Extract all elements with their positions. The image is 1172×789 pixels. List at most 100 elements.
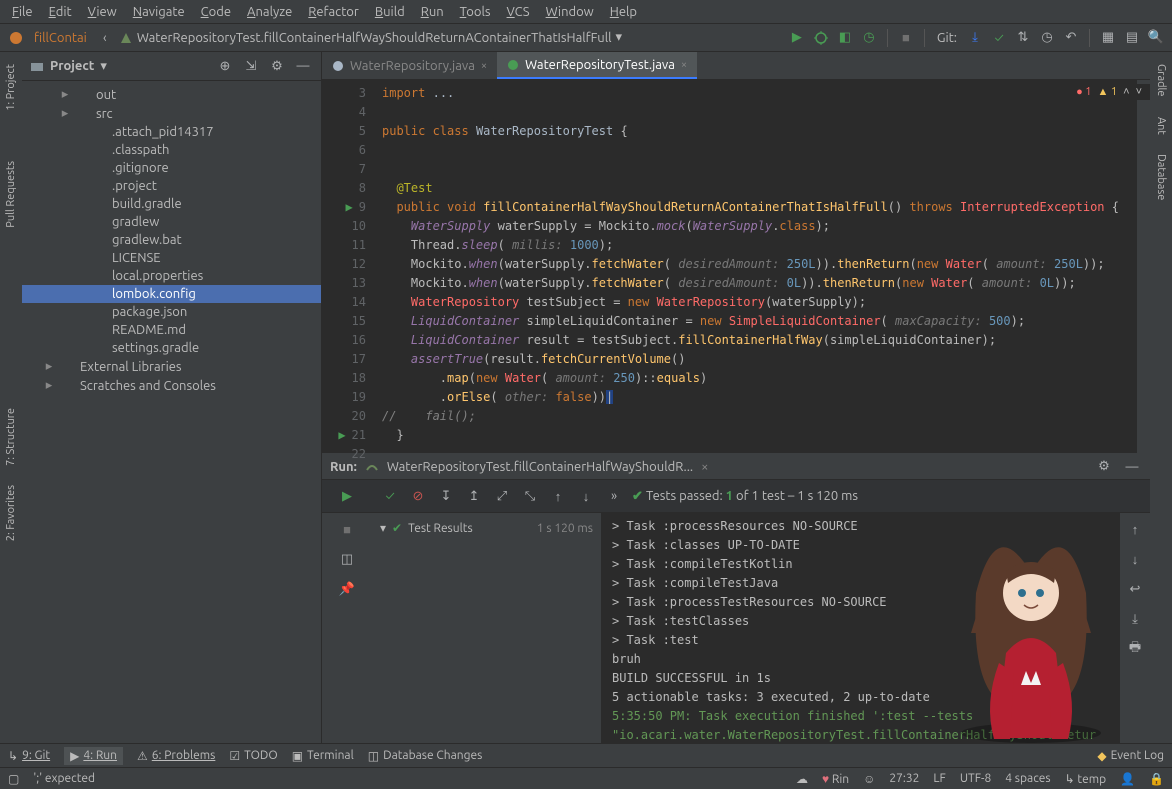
- structure-icon[interactable]: ▤: [1122, 28, 1142, 48]
- pin-icon[interactable]: 📌: [337, 579, 357, 599]
- tree-item-lombok-config[interactable]: lombok.config: [22, 285, 321, 303]
- run-config-crumb[interactable]: WaterRepositoryTest.fillContainerHalfWay…: [387, 460, 693, 474]
- git-history-icon[interactable]: ◷: [1037, 28, 1057, 48]
- status-caret[interactable]: 27:32: [889, 772, 919, 785]
- run-config-name[interactable]: fillContai: [30, 31, 91, 45]
- tab-git[interactable]: ↳ 9: Git: [8, 749, 50, 763]
- tree-item-gradlew[interactable]: gradlew: [22, 213, 321, 231]
- gear-icon[interactable]: ⚙: [267, 56, 287, 76]
- collapse-icon[interactable]: ⇲: [241, 56, 261, 76]
- stop-icon[interactable]: ■: [337, 519, 357, 539]
- editor-scrollbar[interactable]: [1136, 80, 1150, 453]
- menu-refactor[interactable]: Refactor: [300, 2, 367, 22]
- git-compare-icon[interactable]: ⇅: [1013, 28, 1033, 48]
- tool-tab-favorites[interactable]: 2: Favorites: [3, 479, 19, 547]
- tab-db-changes[interactable]: ◫ Database Changes: [368, 749, 483, 763]
- tool-tab-ant[interactable]: Ant: [1153, 111, 1169, 141]
- tool-tab-pull-requests[interactable]: Pull Requests: [3, 155, 19, 234]
- tree-item-package-json[interactable]: package.json: [22, 303, 321, 321]
- profile-icon[interactable]: ◷: [859, 28, 879, 48]
- git-revert-icon[interactable]: ↶: [1061, 28, 1081, 48]
- tab-event-log[interactable]: ◆ Event Log: [1097, 749, 1164, 763]
- tree-item-settings-gradle[interactable]: settings.gradle: [22, 339, 321, 357]
- collapse-all-icon[interactable]: ⤡: [520, 486, 540, 506]
- status-branch[interactable]: ↳ temp: [1065, 772, 1107, 786]
- status-line-sep[interactable]: LF: [933, 772, 945, 785]
- dropdown-icon[interactable]: ▾: [616, 30, 623, 45]
- editor-tabs[interactable]: WaterRepository.java×WaterRepositoryTest…: [322, 52, 1150, 80]
- status-trust-icon[interactable]: ☁: [796, 772, 808, 786]
- sort-icon[interactable]: ↧: [436, 486, 456, 506]
- tree-item--project[interactable]: .project: [22, 177, 321, 195]
- layout-icon[interactable]: ▦: [1098, 28, 1118, 48]
- editor-tab-waterrepository-java[interactable]: WaterRepository.java×: [322, 52, 497, 79]
- layout-icon[interactable]: ◫: [337, 549, 357, 569]
- menu-navigate[interactable]: Navigate: [125, 2, 193, 22]
- locate-icon[interactable]: ⊕: [215, 56, 235, 76]
- coverage-icon[interactable]: ◧: [835, 28, 855, 48]
- sort2-icon[interactable]: ↥: [464, 486, 484, 506]
- chevron-down-icon[interactable]: ▾: [380, 521, 386, 535]
- console-output[interactable]: > Task :processResources NO-SOURCE> Task…: [602, 513, 1120, 743]
- tool-tab-structure[interactable]: 7: Structure: [3, 402, 19, 472]
- tree-item-build-gradle[interactable]: build.gradle: [22, 195, 321, 213]
- status-indent[interactable]: 4 spaces: [1005, 772, 1050, 785]
- tree-item-scratches-and-consoles[interactable]: ▸Scratches and Consoles: [22, 376, 321, 395]
- tree-item--gitignore[interactable]: .gitignore: [22, 159, 321, 177]
- tab-problems[interactable]: ⚠ 6: Problems: [137, 749, 215, 763]
- tree-item-external-libraries[interactable]: ▸External Libraries: [22, 357, 321, 376]
- print-icon[interactable]: 🖶: [1125, 639, 1145, 659]
- prev-icon[interactable]: ˄: [1123, 86, 1129, 98]
- menu-vcs[interactable]: VCS: [499, 2, 538, 22]
- menu-analyze[interactable]: Analyze: [239, 2, 300, 22]
- soft-wrap-icon[interactable]: ↩: [1125, 579, 1145, 599]
- tree-item--classpath[interactable]: .classpath: [22, 141, 321, 159]
- scroll-bottom-icon[interactable]: ↓: [1125, 549, 1145, 569]
- next-icon[interactable]: ˅: [1136, 86, 1142, 98]
- editor-gutter[interactable]: 345678▶91011121314151617181920▶2122: [322, 80, 372, 453]
- breadcrumb[interactable]: WaterRepositoryTest.fillContainerHalfWay…: [119, 30, 622, 45]
- code-editor[interactable]: import ... public class WaterRepositoryT…: [372, 80, 1136, 453]
- menu-run[interactable]: Run: [413, 2, 452, 22]
- debug-icon[interactable]: [811, 28, 831, 48]
- more-icon[interactable]: »: [604, 486, 624, 506]
- menu-window[interactable]: Window: [538, 2, 602, 22]
- tab-todo[interactable]: ☑ TODO: [229, 749, 277, 763]
- menu-code[interactable]: Code: [193, 2, 239, 22]
- menu-view[interactable]: View: [80, 2, 125, 22]
- status-inspect-icon[interactable]: 👤: [1120, 772, 1135, 786]
- tree-item-src[interactable]: ▸src: [22, 104, 321, 123]
- tree-item-license[interactable]: LICENSE: [22, 249, 321, 267]
- hide-icon[interactable]: —: [293, 56, 313, 76]
- prev-failed-icon[interactable]: ↑: [548, 486, 568, 506]
- dropdown-icon[interactable]: ▾: [100, 59, 107, 74]
- tab-run[interactable]: ▶ 4: Run: [64, 747, 123, 765]
- show-ignored-icon[interactable]: ⊘: [408, 486, 428, 506]
- gear-icon[interactable]: ⚙: [1094, 457, 1114, 477]
- status-encoding[interactable]: UTF-8: [960, 772, 991, 785]
- expand-all-icon[interactable]: ⤢: [492, 486, 512, 506]
- inspections-widget[interactable]: ● 1 ▲ 1 ˄ ˅: [1068, 84, 1150, 100]
- close-icon[interactable]: ×: [481, 60, 487, 72]
- tree-item-gradlew-bat[interactable]: gradlew.bat: [22, 231, 321, 249]
- status-lock-icon[interactable]: 🔒: [1149, 772, 1164, 786]
- tree-item--attach-pid14317[interactable]: .attach_pid14317: [22, 123, 321, 141]
- tool-tab-gradle[interactable]: Gradle: [1153, 58, 1169, 103]
- run-icon[interactable]: ▶: [787, 28, 807, 48]
- stop-icon[interactable]: ■: [896, 28, 916, 48]
- tree-item-local-properties[interactable]: local.properties: [22, 267, 321, 285]
- project-tree[interactable]: ▸out▸src.attach_pid14317.classpath.gitig…: [22, 81, 321, 743]
- test-tree[interactable]: ▾ ✔ Test Results 1 s 120 ms: [372, 513, 602, 743]
- menu-file[interactable]: File: [4, 2, 41, 22]
- main-menu[interactable]: FileEditViewNavigateCodeAnalyzeRefactorB…: [0, 0, 1172, 24]
- tool-tab-database[interactable]: Database: [1153, 148, 1169, 206]
- hide-icon[interactable]: —: [1122, 457, 1142, 477]
- rerun-icon[interactable]: ▶: [337, 486, 357, 506]
- status-icon[interactable]: ▢: [8, 772, 19, 786]
- scroll-top-icon[interactable]: ↑: [1125, 519, 1145, 539]
- tree-item-out[interactable]: ▸out: [22, 85, 321, 104]
- menu-build[interactable]: Build: [367, 2, 413, 22]
- tree-item-readme-md[interactable]: README.md: [22, 321, 321, 339]
- close-icon[interactable]: ×: [701, 460, 708, 474]
- git-commit-icon[interactable]: ✓: [989, 28, 1009, 48]
